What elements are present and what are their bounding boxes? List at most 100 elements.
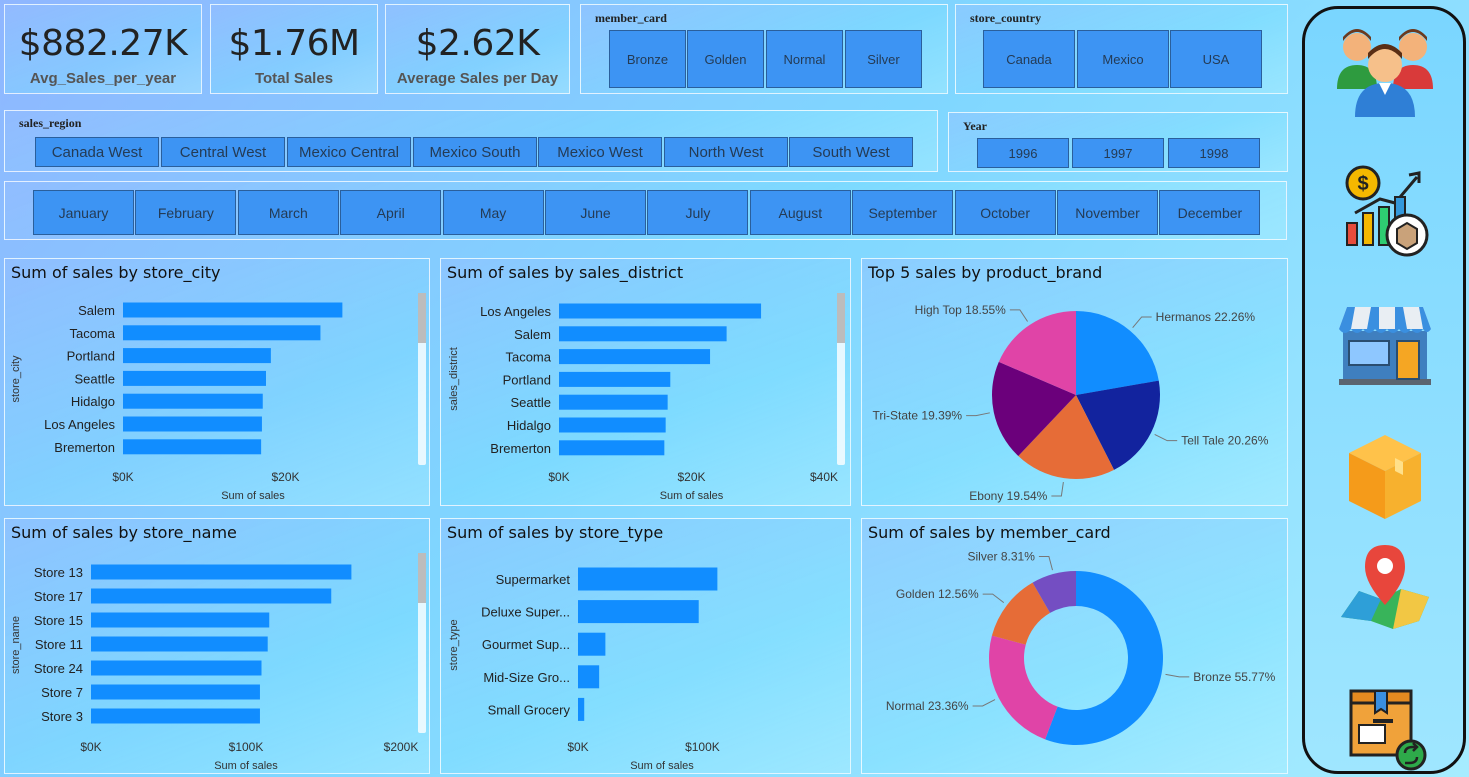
bar[interactable]	[578, 665, 600, 689]
chart-product-brand: Hermanos 22.26% Tell Tale 20.26% Ebony 19.…	[873, 303, 1269, 503]
leader-line	[1132, 316, 1152, 328]
slicer-item-mexico-central[interactable]: Mexico Central	[287, 137, 411, 167]
month-button-march[interactable]: March	[237, 190, 339, 235]
slicer-item-normal[interactable]: Normal	[766, 30, 843, 88]
x-tick-label: $100K	[685, 740, 720, 754]
month-button-may[interactable]: May	[442, 190, 544, 235]
month-button-october[interactable]: October	[954, 190, 1056, 235]
y-axis-label: store_name	[10, 616, 22, 674]
kpi-label: Average Sales per Day	[396, 70, 559, 87]
bar[interactable]	[123, 348, 271, 364]
slicer-item-south-west[interactable]: South West	[789, 137, 913, 167]
slicer-item-1998[interactable]: 1998	[1168, 138, 1260, 168]
slice-label: Ebony 19.54%	[969, 489, 1047, 503]
slicer-item-north-west[interactable]: North West	[664, 137, 788, 167]
slicer-title: member_card	[595, 11, 667, 25]
x-tick-label: $100K	[229, 740, 264, 754]
scrollbar[interactable]	[418, 553, 426, 733]
bar[interactable]	[559, 326, 727, 342]
scrollbar[interactable]	[418, 293, 426, 465]
month-button-january[interactable]: January	[33, 190, 134, 235]
month-button-april[interactable]: April	[340, 190, 442, 235]
bar[interactable]	[559, 417, 666, 433]
svg-text:$: $	[1357, 173, 1368, 195]
month-button-december[interactable]: December	[1159, 190, 1261, 235]
slicer-item-mexico-south[interactable]: Mexico South	[413, 137, 537, 167]
bar[interactable]	[91, 564, 352, 580]
slicer-item-1996[interactable]: 1996	[977, 138, 1069, 168]
chart-panel-store-city: Sum of sales by store_city Salem Tacoma Po…	[4, 258, 430, 506]
slicer-item-1997[interactable]: 1997	[1072, 138, 1164, 168]
month-button-february[interactable]: February	[135, 190, 237, 235]
product-box-icon[interactable]	[1335, 427, 1435, 527]
month-button-august[interactable]: August	[749, 190, 851, 235]
category-label: Seattle	[511, 395, 551, 410]
bar[interactable]	[578, 632, 606, 656]
bar[interactable]	[91, 612, 270, 628]
bar[interactable]	[559, 394, 668, 410]
slicer-item-usa[interactable]: USA	[1170, 30, 1262, 88]
returns-box-icon[interactable]	[1335, 681, 1435, 777]
month-button-july[interactable]: July	[647, 190, 749, 235]
x-tick-label: $20K	[677, 470, 705, 484]
slicer-item-mexico[interactable]: Mexico	[1077, 30, 1169, 88]
customers-icon[interactable]	[1335, 19, 1435, 119]
slicer-title: store_country	[970, 11, 1042, 25]
sales-growth-icon[interactable]: $	[1335, 161, 1435, 261]
bar[interactable]	[123, 370, 266, 386]
kpi-label: Total Sales	[254, 70, 334, 87]
slicer-item-bronze[interactable]: Bronze	[609, 30, 686, 88]
slicer-item-silver[interactable]: Silver	[845, 30, 922, 88]
slice-label: Tell Tale 20.26%	[1181, 434, 1269, 448]
bar[interactable]	[578, 567, 718, 591]
bar[interactable]	[578, 697, 585, 721]
bar[interactable]	[123, 439, 262, 455]
bar[interactable]	[123, 393, 263, 409]
bar[interactable]	[91, 660, 262, 676]
bar[interactable]	[91, 684, 260, 700]
x-axis-label: Sum of sales	[214, 760, 278, 772]
slicer-title: sales_region	[19, 116, 82, 130]
category-label: Store 15	[34, 613, 83, 628]
bar[interactable]	[91, 636, 268, 652]
bar[interactable]	[123, 325, 321, 341]
chart-member-card: Bronze 55.77% Normal 23.36% Golden 12.56% S…	[886, 550, 1276, 745]
chart-panel-store-type: Sum of sales by store_type Supermarket De…	[440, 518, 851, 774]
y-axis-label: store_city	[10, 355, 22, 403]
category-label: Gourmet Sup...	[482, 637, 570, 652]
slice-label: Normal 23.36%	[886, 699, 969, 713]
slicer-item-canada-west[interactable]: Canada West	[35, 137, 159, 167]
bar[interactable]	[123, 302, 343, 318]
scrollbar[interactable]	[837, 293, 845, 465]
month-button-november[interactable]: November	[1057, 190, 1158, 235]
slice-label: Silver 8.31%	[968, 550, 1036, 564]
slicer-item-mexico-west[interactable]: Mexico West	[538, 137, 662, 167]
slicer-item-golden[interactable]: Golden	[687, 30, 764, 88]
category-label: Los Angeles	[44, 417, 115, 432]
bar[interactable]	[91, 708, 260, 724]
month-button-june[interactable]: June	[545, 190, 646, 235]
category-label: Hidalgo	[507, 418, 551, 433]
bar[interactable]	[559, 371, 671, 387]
kpi-label: Avg_Sales_per_year	[29, 70, 177, 87]
kpi-value: $1.76M	[228, 23, 360, 64]
map-location-icon[interactable]	[1335, 539, 1435, 639]
category-label: Store 11	[35, 637, 83, 652]
bar[interactable]	[123, 416, 262, 432]
bar[interactable]	[559, 440, 665, 456]
slicer-item-central-west[interactable]: Central West	[161, 137, 285, 167]
bar[interactable]	[559, 303, 762, 319]
bar[interactable]	[559, 349, 711, 365]
kpi-card-avg-sales-per-day: $2.62K Average Sales per Day	[385, 4, 570, 94]
bar[interactable]	[91, 588, 332, 604]
category-label: Tacoma	[69, 326, 115, 341]
store-icon[interactable]	[1335, 293, 1435, 393]
x-tick-label: $200K	[384, 740, 419, 754]
category-label: Deluxe Super...	[481, 605, 570, 620]
slice[interactable]	[1076, 311, 1159, 395]
slicer-item-canada[interactable]: Canada	[983, 30, 1075, 88]
month-button-september[interactable]: September	[852, 190, 954, 235]
kpi-value: $882.27K	[18, 23, 188, 64]
slice[interactable]	[989, 635, 1058, 740]
bar[interactable]	[578, 600, 699, 624]
